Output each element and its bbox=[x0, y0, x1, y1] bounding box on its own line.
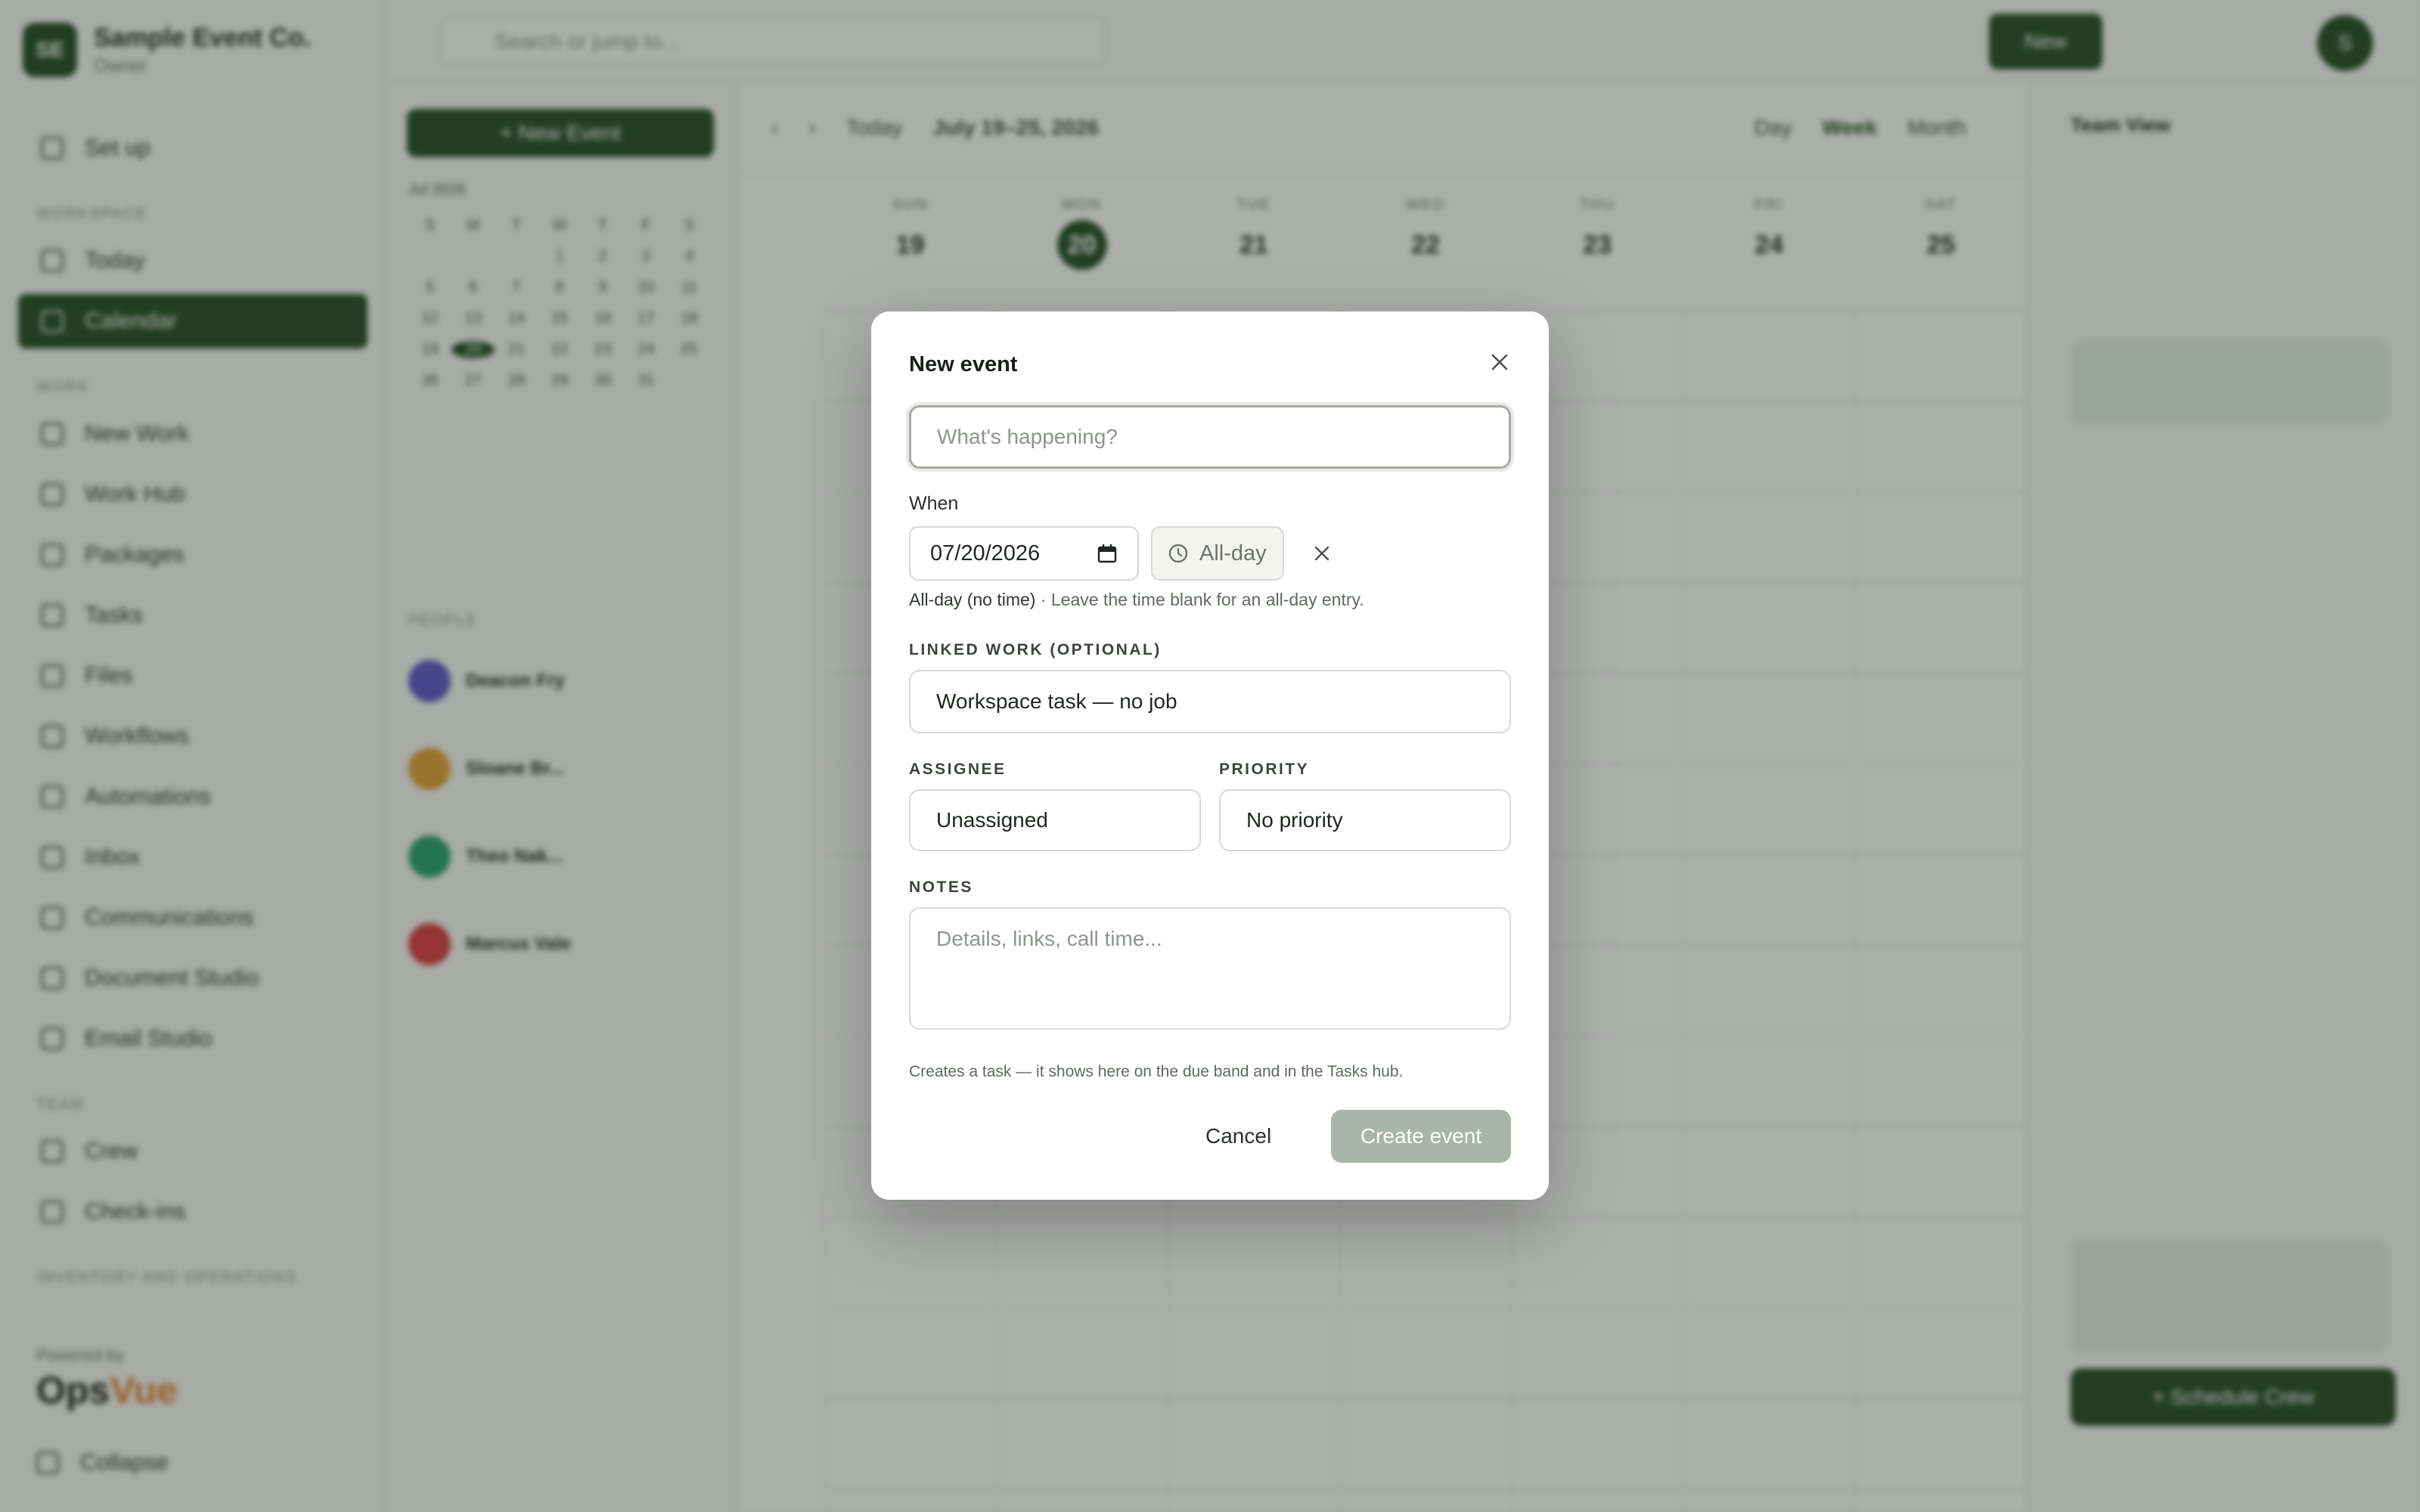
date-input[interactable]: 07/20/2026 bbox=[909, 526, 1139, 581]
new-event-dialog: New event What's happening? When 07/20/2… bbox=[871, 311, 1549, 1200]
calendar-picker-icon[interactable] bbox=[1097, 543, 1118, 564]
cancel-button[interactable]: Cancel bbox=[1205, 1110, 1271, 1163]
linked-work-select[interactable]: Workspace task — no job bbox=[909, 670, 1511, 733]
close-button[interactable] bbox=[1479, 342, 1520, 383]
all-day-button[interactable]: All-day bbox=[1151, 526, 1284, 581]
event-title-placeholder: What's happening? bbox=[937, 425, 1118, 448]
notes-placeholder: Details, links, call time... bbox=[936, 927, 1162, 950]
clock-icon bbox=[1168, 544, 1188, 563]
priority-value: No priority bbox=[1246, 808, 1343, 832]
linked-work-value: Workspace task — no job bbox=[936, 689, 1177, 713]
all-day-hint: All-day (no time) · Leave the time blank… bbox=[909, 590, 1364, 610]
clear-time-button[interactable] bbox=[1305, 537, 1339, 570]
notes-textarea[interactable]: Details, links, call time... bbox=[909, 907, 1511, 1030]
dialog-title: New event bbox=[909, 352, 1018, 376]
all-day-label: All-day bbox=[1199, 541, 1267, 565]
all-day-hint-strong: All-day (no time) bbox=[909, 590, 1036, 609]
priority-label: PRIORITY bbox=[1219, 761, 1310, 778]
when-label: When bbox=[909, 493, 959, 514]
priority-select[interactable]: No priority bbox=[1219, 789, 1511, 851]
notes-label: NOTES bbox=[909, 878, 973, 896]
assignee-select[interactable]: Unassigned bbox=[909, 789, 1201, 851]
assignee-label: ASSIGNEE bbox=[909, 761, 1007, 778]
event-title-input[interactable]: What's happening? bbox=[909, 405, 1511, 469]
close-icon bbox=[1491, 354, 1508, 370]
assignee-value: Unassigned bbox=[936, 808, 1048, 832]
create-event-button[interactable]: Create event bbox=[1331, 1110, 1511, 1163]
clear-icon bbox=[1314, 546, 1329, 561]
date-value: 07/20/2026 bbox=[930, 541, 1041, 565]
linked-work-label: LINKED WORK (OPTIONAL) bbox=[909, 641, 1162, 658]
task-footnote: Creates a task — it shows here on the du… bbox=[909, 1063, 1404, 1080]
all-day-hint-rest: · Leave the time blank for an all-day en… bbox=[1035, 590, 1364, 609]
